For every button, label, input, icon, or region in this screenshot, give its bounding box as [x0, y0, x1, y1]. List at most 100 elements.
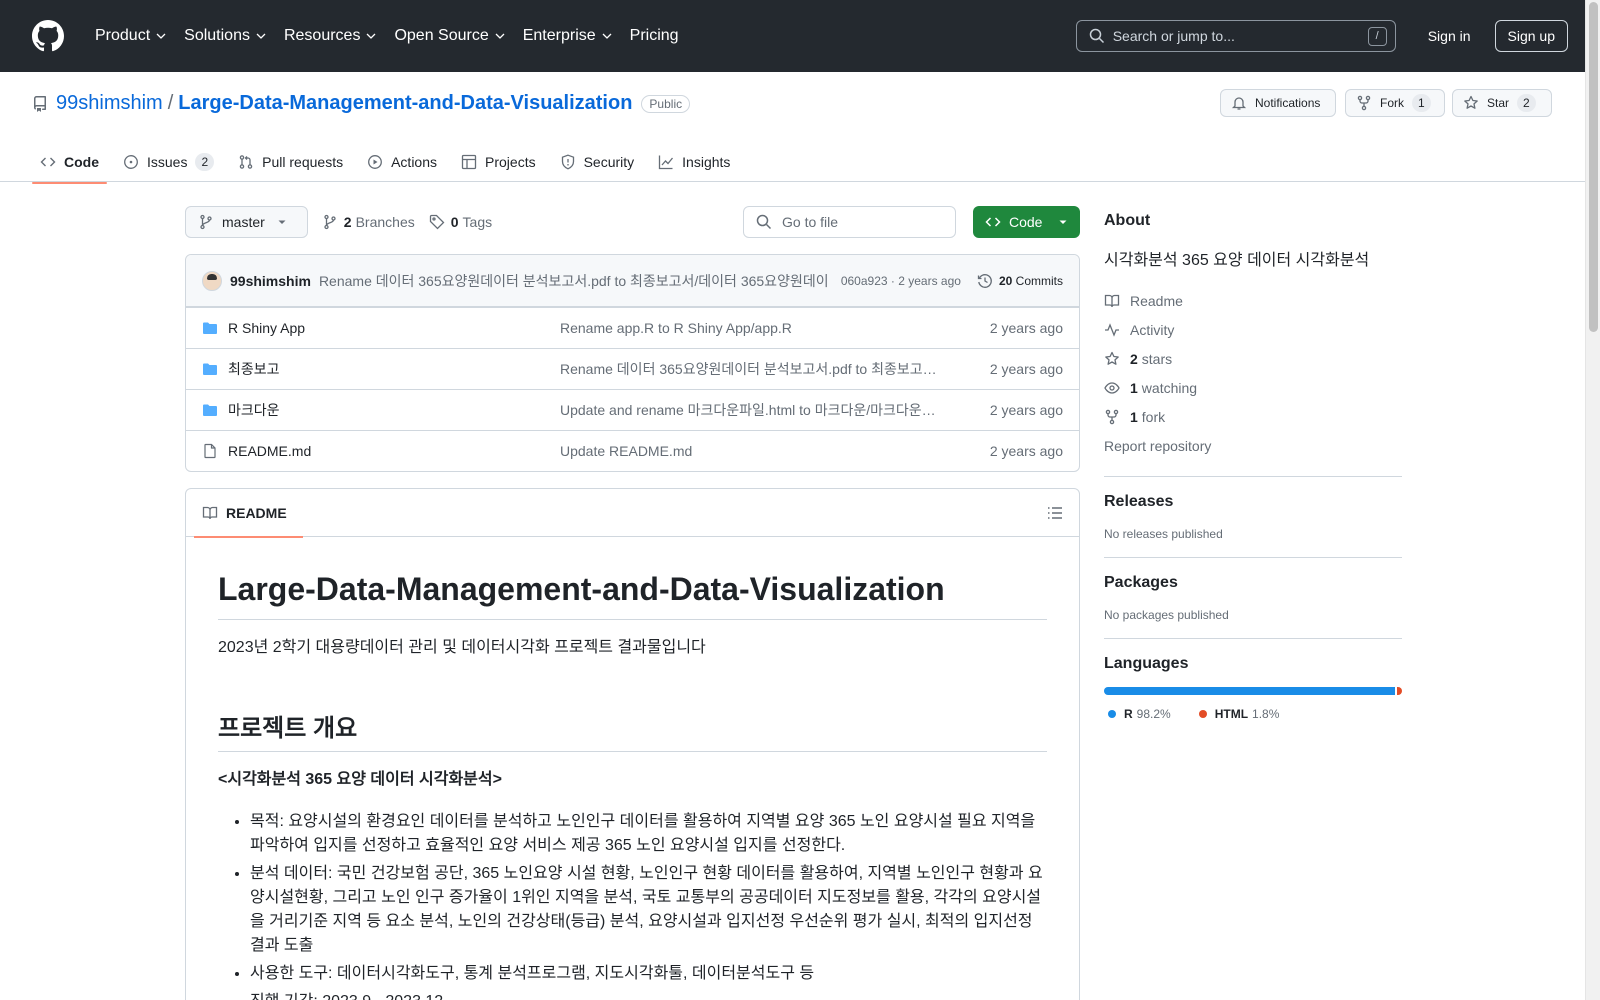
- readme-link[interactable]: Readme: [1104, 286, 1402, 315]
- sign-up-button[interactable]: Sign up: [1494, 20, 1568, 52]
- scrollbar-thumb[interactable]: [1589, 2, 1598, 332]
- readme-section-title: 프로젝트 개요: [218, 708, 1047, 752]
- global-search-input[interactable]: Search or jump to... /: [1075, 20, 1396, 52]
- global-header: Product Solutions Resources Open Source …: [0, 0, 1600, 72]
- forks-label: fork: [1141, 408, 1166, 425]
- watching-count: 1: [1130, 379, 1138, 396]
- tab-projects[interactable]: Projects: [453, 142, 544, 182]
- tags-link[interactable]: 0 Tags: [429, 214, 492, 230]
- table-row: R Shiny App Rename app.R to R Shiny App/…: [186, 307, 1079, 348]
- chevron-down-icon: [495, 33, 505, 39]
- watchers-link[interactable]: 1 watching: [1104, 373, 1402, 402]
- nav-solutions[interactable]: Solutions: [175, 16, 275, 56]
- page-scrollbar[interactable]: [1585, 0, 1600, 1000]
- tab-actions-label: Actions: [391, 154, 438, 170]
- star-icon: [1105, 351, 1119, 365]
- file-name-link[interactable]: R Shiny App: [228, 320, 560, 336]
- tab-pull-requests[interactable]: Pull requests: [230, 142, 351, 182]
- tab-security-label: Security: [583, 154, 635, 170]
- visibility-badge: Public: [641, 94, 691, 113]
- nav-product[interactable]: Product: [86, 16, 175, 56]
- fork-icon: [1357, 95, 1371, 111]
- repo-owner-link[interactable]: 99shimshim: [56, 92, 163, 115]
- caret-down-icon: [278, 220, 286, 224]
- file-commit-message[interactable]: Rename 데이터 365요양원데이터 분석보고서.pdf to 최종보고서/…: [560, 359, 940, 379]
- readme-tab[interactable]: README: [194, 489, 303, 538]
- activity-link[interactable]: Activity: [1104, 315, 1402, 344]
- folder-icon: [202, 402, 218, 418]
- report-repository-link[interactable]: Report repository: [1104, 431, 1402, 460]
- nav-solutions-label: Solutions: [184, 27, 250, 44]
- stars-link[interactable]: 2 stars: [1104, 344, 1402, 373]
- code-icon: [40, 157, 56, 167]
- forks-link[interactable]: 1 fork: [1104, 402, 1402, 431]
- commit-hash-link[interactable]: 060a923: [841, 274, 888, 288]
- list-item: 분석 데이터: 국민 건강보험 공단, 365 노인요양 시설 현황, 노인인구…: [250, 862, 1047, 958]
- file-browser: 99shimshim Rename 데이터 365요양원데이터 분석보고서.pd…: [185, 254, 1080, 472]
- stars-label: stars: [1141, 350, 1173, 367]
- avatar[interactable]: [202, 270, 222, 291]
- table-row: 최종보고 Rename 데이터 365요양원데이터 분석보고서.pdf to 최…: [186, 348, 1079, 389]
- history-icon: [977, 273, 992, 288]
- tab-code[interactable]: Code: [32, 142, 107, 184]
- go-to-file-input[interactable]: Go to file: [743, 206, 956, 238]
- file-age: 2 years ago: [989, 320, 1063, 336]
- language-name: R: [1124, 707, 1133, 721]
- tab-actions[interactable]: Actions: [359, 142, 445, 182]
- readme-intro: 2023년 2학기 대용량데이터 관리 및 데이터시각화 프로젝트 결과물입니다: [218, 639, 706, 656]
- branches-link[interactable]: 2 Branches: [322, 214, 415, 230]
- file-commit-message[interactable]: Update and rename 마크다운파일.html to 마크다운/마크…: [560, 400, 940, 420]
- nav-resources[interactable]: Resources: [275, 16, 385, 56]
- file-name-link[interactable]: 최종보고: [228, 359, 560, 379]
- nav-enterprise[interactable]: Enterprise: [514, 16, 621, 56]
- tab-insights[interactable]: Insights: [650, 142, 738, 182]
- github-logo-icon[interactable]: [32, 20, 64, 52]
- issues-count: 2: [195, 153, 215, 171]
- packages-heading[interactable]: Packages: [1104, 574, 1402, 592]
- commit-message-link[interactable]: Rename 데이터 365요양원데이터 분석보고서.pdf to 최종보고서/…: [319, 271, 829, 291]
- tab-issues[interactable]: Issues 2: [115, 142, 222, 182]
- commits-count: 20: [998, 273, 1013, 288]
- nav-product-label: Product: [95, 27, 151, 44]
- nav-pricing[interactable]: Pricing: [621, 16, 688, 56]
- tab-projects-label: Projects: [485, 154, 536, 170]
- language-legend-item[interactable]: HTML 1.8%: [1195, 707, 1279, 721]
- book-icon: [1104, 294, 1120, 307]
- nav-pricing-label: Pricing: [629, 27, 679, 44]
- repo-header: 99shimshim / Large-Data-Management-and-D…: [0, 72, 1600, 184]
- commits-history-link[interactable]: 20 Commits: [977, 273, 1063, 289]
- list-icon[interactable]: [1047, 505, 1063, 521]
- star-button[interactable]: Star 2: [1452, 89, 1552, 117]
- eye-icon: [1104, 381, 1120, 394]
- book-icon: [202, 506, 218, 519]
- packages-empty-text: No packages published: [1104, 608, 1229, 622]
- code-dropdown-button[interactable]: Code: [973, 206, 1080, 238]
- branch-selector[interactable]: master: [185, 206, 308, 238]
- issue-icon: [124, 155, 138, 169]
- tab-code-label: Code: [64, 154, 99, 170]
- commit-author-link[interactable]: 99shimshim: [230, 273, 311, 289]
- readme-header: README: [186, 489, 1079, 538]
- stars-count: 2: [1130, 350, 1138, 367]
- fork-button[interactable]: Fork 1: [1345, 89, 1445, 117]
- nav-open-source[interactable]: Open Source: [385, 16, 513, 56]
- notifications-button[interactable]: Notifications: [1220, 89, 1336, 117]
- repo-tabs: Code Issues 2 Pull requests Actions Proj…: [32, 142, 746, 184]
- releases-heading[interactable]: Releases: [1104, 493, 1402, 511]
- tab-security[interactable]: Security: [552, 142, 643, 182]
- sign-in-link[interactable]: Sign in: [1420, 28, 1479, 44]
- languages-section: Languages R 98.2% HTML 1.8%: [1104, 638, 1402, 721]
- file-name-link[interactable]: 마크다운: [228, 400, 560, 420]
- file-commit-message[interactable]: Update README.md: [560, 443, 940, 459]
- fork-label: Fork: [1380, 96, 1404, 110]
- language-legend-item[interactable]: R 98.2%: [1104, 707, 1171, 721]
- repo-name-link[interactable]: Large-Data-Management-and-Data-Visualiza…: [178, 92, 632, 115]
- file-name-link[interactable]: README.md: [228, 443, 560, 459]
- nav-open-source-label: Open Source: [394, 27, 489, 44]
- shield-icon: [561, 154, 574, 170]
- branch-icon: [324, 214, 336, 230]
- file-commit-message[interactable]: Rename app.R to R Shiny App/app.R: [560, 320, 940, 336]
- play-icon: [368, 155, 383, 169]
- tab-pull-requests-label: Pull requests: [262, 154, 344, 170]
- tab-issues-label: Issues: [147, 154, 188, 170]
